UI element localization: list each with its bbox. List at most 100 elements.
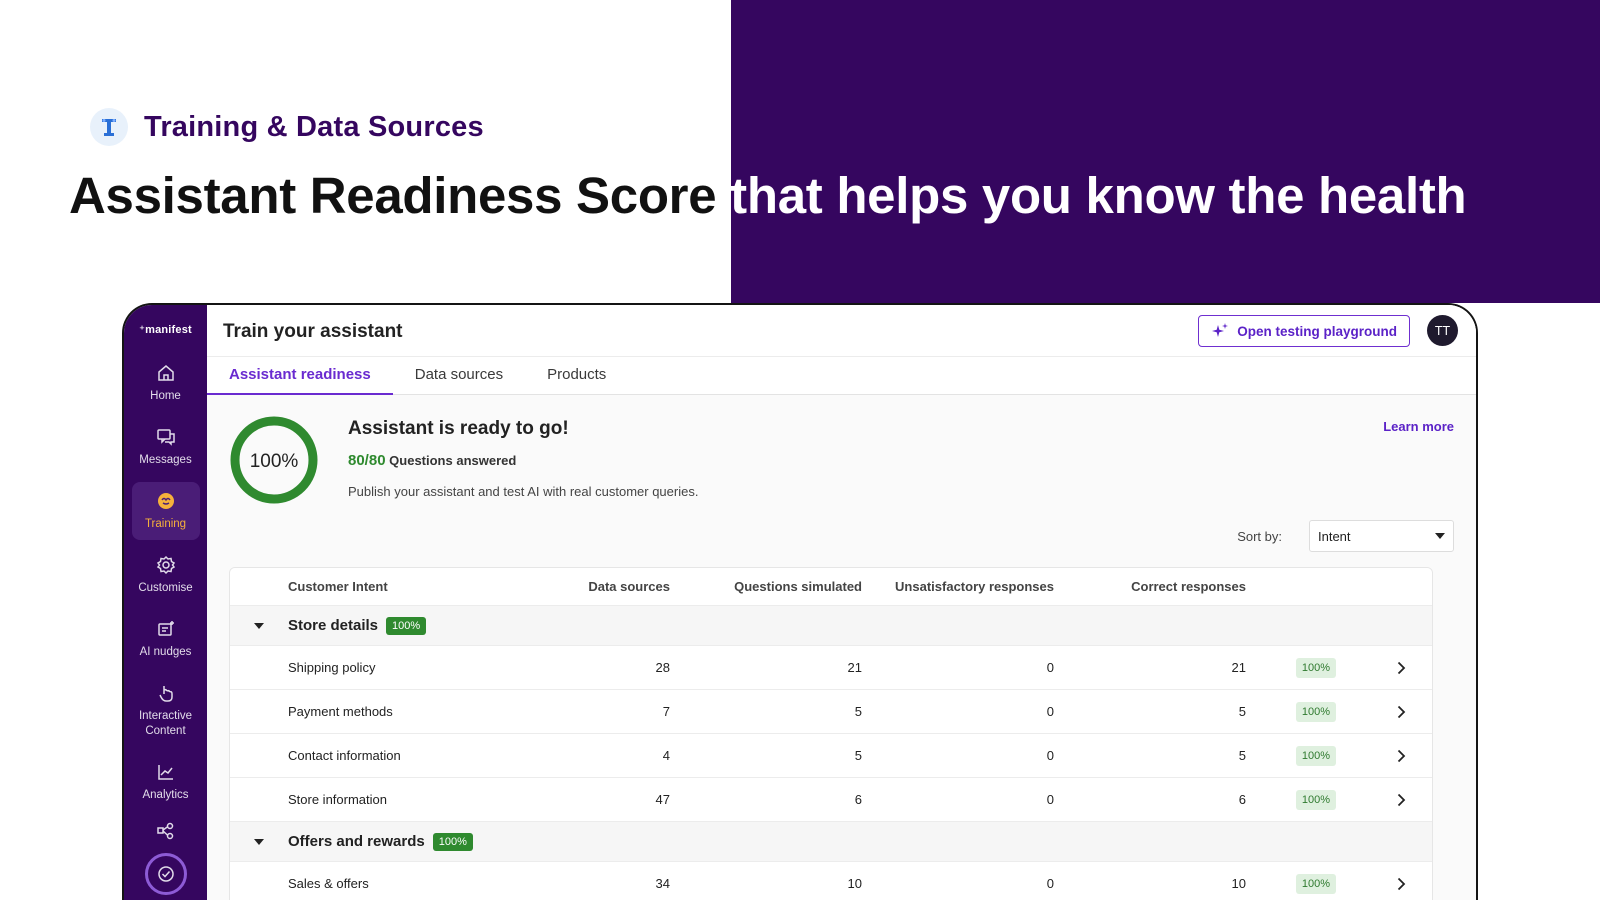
header-correct[interactable]: Correct responses: [1054, 579, 1246, 594]
tab-assistant-readiness[interactable]: Assistant readiness: [207, 357, 393, 395]
pointer-icon: [158, 686, 173, 702]
messages-icon: [156, 429, 175, 446]
gear-icon: [156, 555, 175, 575]
cell-questions: 5: [854, 748, 862, 763]
cell-questions: 21: [847, 660, 862, 675]
sidebar-item-analytics[interactable]: Analytics: [132, 753, 200, 811]
cell-unsatisfactory: 0: [1046, 748, 1054, 763]
readiness-title: Assistant is ready to go!: [348, 418, 569, 439]
cell-data-sources: 7: [662, 704, 670, 719]
status-badge: 100%: [432, 832, 473, 851]
cell-data-sources: 34: [655, 876, 670, 891]
sidebar-item-ai-nudges[interactable]: AI nudges: [132, 610, 200, 668]
cell-unsatisfactory: 0: [1046, 876, 1054, 891]
status-badge: 100%: [1295, 873, 1336, 894]
sort-label: Sort by:: [1237, 529, 1282, 544]
group-label: Offers and rewards: [288, 833, 425, 850]
status-badge: 100%: [1295, 789, 1336, 810]
chart-icon: [157, 765, 173, 780]
cell-intent: Shipping policy: [288, 660, 376, 675]
header-intent[interactable]: Customer Intent: [288, 579, 534, 594]
caret-down-icon: [254, 838, 264, 845]
cell-correct: 10: [1231, 876, 1246, 891]
group-row-offers-and-rewards[interactable]: Offers and rewards 100%: [230, 822, 1432, 862]
nudge-icon: [157, 621, 174, 636]
integrations-icon[interactable]: [156, 821, 176, 841]
home-icon: [157, 365, 174, 381]
header-questions[interactable]: Questions simulated: [670, 579, 862, 594]
tab-products[interactable]: Products: [525, 357, 628, 395]
collapse-toggle[interactable]: [230, 838, 288, 845]
table-row[interactable]: Payment methods 7 5 0 5 100%: [230, 690, 1432, 734]
cell-intent: Payment methods: [288, 704, 393, 719]
table-row[interactable]: Store information 47 6 0 6 100%: [230, 778, 1432, 822]
caret-down-icon: [254, 622, 264, 629]
table-row[interactable]: Contact information 4 5 0 5 100%: [230, 734, 1432, 778]
cell-intent: Contact information: [288, 748, 401, 763]
tab-data-sources[interactable]: Data sources: [393, 357, 525, 395]
sidebar-item-home[interactable]: Home: [132, 354, 200, 412]
sidebar-item-training[interactable]: Training: [131, 482, 200, 540]
readiness-score-text: 100%: [250, 451, 299, 472]
hero-background-purple: [731, 0, 1600, 303]
section-title: Training & Data Sources: [144, 110, 484, 143]
avatar[interactable]: TT: [1427, 315, 1458, 346]
header-unsatisfactory[interactable]: Unsatisfactory responses: [862, 579, 1054, 594]
sidebar-item-messages[interactable]: Messages: [132, 418, 200, 476]
sparkle-icon: [1212, 323, 1229, 337]
app-screen: ⁺manifest Home Messages Training Customi…: [124, 305, 1476, 900]
chevron-right-icon[interactable]: [1397, 793, 1406, 807]
top-bar: Train your assistant Open testing playgr…: [207, 305, 1476, 357]
sort-value: Intent: [1318, 528, 1351, 544]
sidebar-item-customise[interactable]: Customise: [132, 546, 200, 604]
caret-down-icon: [1435, 533, 1445, 539]
app-logo: ⁺manifest: [139, 324, 192, 336]
cell-unsatisfactory: 0: [1046, 792, 1054, 807]
open-testing-playground-button[interactable]: Open testing playground: [1198, 315, 1410, 347]
cell-data-sources: 28: [655, 660, 670, 675]
sidebar-item-label: AI nudges: [139, 646, 192, 658]
playground-button-label: Open testing playground: [1237, 323, 1397, 339]
header-data-sources[interactable]: Data sources: [534, 579, 670, 594]
cell-unsatisfactory: 0: [1046, 704, 1054, 719]
chevron-right-icon[interactable]: [1397, 661, 1406, 675]
cell-unsatisfactory: 0: [1046, 660, 1054, 675]
chevron-right-icon[interactable]: [1397, 877, 1406, 891]
answered-label: Questions answered: [385, 453, 517, 468]
headline-light-part: that helps you know the health: [716, 167, 1467, 224]
device-frame: ⁺manifest Home Messages Training Customi…: [122, 303, 1478, 900]
cell-correct: 6: [1238, 792, 1246, 807]
status-badge: 100%: [386, 616, 427, 635]
collapse-toggle[interactable]: [230, 622, 288, 629]
group-row-store-details[interactable]: Store details 100%: [230, 606, 1432, 646]
table-row[interactable]: Sales & offers 34 10 0 10 100%: [230, 862, 1432, 900]
readiness-description: Publish your assistant and test AI with …: [348, 484, 699, 499]
chevron-right-icon[interactable]: [1397, 749, 1406, 763]
status-badge: 100%: [1295, 745, 1336, 766]
check-icon: [157, 866, 174, 882]
sidebar: ⁺manifest Home Messages Training Customi…: [124, 305, 207, 900]
learn-more-link[interactable]: Learn more: [1383, 419, 1454, 434]
group-name: Offers and rewards 100%: [288, 832, 473, 851]
status-badge: 100%: [1295, 701, 1336, 722]
brain-icon: [157, 493, 174, 509]
status-badge: 100%: [1295, 657, 1336, 678]
table-row[interactable]: Shipping policy 28 21 0 21 100%: [230, 646, 1432, 690]
group-label: Store details: [288, 617, 379, 634]
hero-headline: Assistant Readiness Score that helps you…: [69, 166, 1467, 225]
sidebar-item-interactive-content[interactable]: Interactive Content: [132, 674, 200, 747]
cell-questions: 5: [854, 704, 862, 719]
cell-questions: 10: [847, 876, 862, 891]
intent-table: Customer Intent Data sources Questions s…: [229, 567, 1433, 900]
main-content: Train your assistant Open testing playgr…: [207, 305, 1476, 900]
chevron-right-icon[interactable]: [1397, 705, 1406, 719]
section-header: Training & Data Sources: [90, 108, 484, 146]
sidebar-item-label: Home: [150, 390, 181, 402]
answered-count: 80/80: [348, 452, 386, 469]
readiness-score-ring: 100%: [230, 416, 318, 504]
group-name: Store details 100%: [288, 616, 427, 635]
cell-correct: 5: [1238, 748, 1246, 763]
progress-ring[interactable]: [144, 853, 187, 895]
page-title: Train your assistant: [223, 321, 403, 342]
sort-select[interactable]: Intent: [1309, 520, 1454, 552]
